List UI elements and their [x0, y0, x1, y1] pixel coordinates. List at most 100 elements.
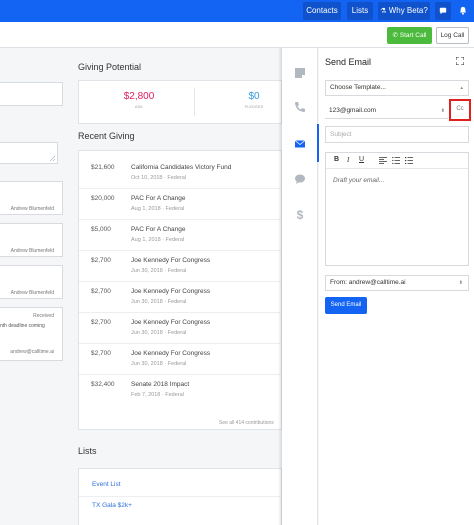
gift-amount: $2,700	[91, 350, 111, 357]
gift-row[interactable]: $2,700 Joe Kennedy For Congress Jun 30, …	[79, 344, 283, 375]
caret-updown-icon: ⬍	[440, 108, 445, 114]
activity-box: Received nth deadline coming andrew@call…	[0, 307, 63, 361]
email-icon[interactable]	[293, 138, 307, 152]
gift-recipient: Joe Kennedy For Congress	[131, 319, 211, 326]
gift-date: Jun 30, 2018 · Federal	[131, 361, 187, 367]
gift-recipient: Joe Kennedy For Congress	[131, 288, 211, 295]
giving-potential-title: Giving Potential	[78, 62, 142, 72]
chat-icon	[439, 7, 447, 15]
task-box-1: Andrew Blumenfeld	[0, 181, 63, 215]
user-email: andrew@calltime.ai	[10, 349, 54, 355]
caret-updown-icon: ⬍	[458, 280, 463, 286]
log-call-button[interactable]: Log Call	[436, 27, 469, 44]
bell-icon	[459, 6, 467, 15]
contact-info-box	[0, 82, 63, 106]
note-icon[interactable]	[293, 67, 307, 81]
list-item-event-list[interactable]: Event List	[92, 481, 121, 488]
notes-textarea[interactable]	[0, 142, 58, 164]
task-box-2: Andrew Blumenfeld	[0, 223, 63, 257]
top-nav-bar: Contacts Lists ⚗ Why Beta?	[0, 0, 474, 22]
gift-date: Feb 7, 2018 · Federal	[131, 392, 184, 398]
pledged-label: PLEDGED	[244, 105, 264, 109]
gift-date: Aug 1, 2018 · Federal	[131, 237, 185, 243]
gift-amount: $5,000	[91, 226, 111, 233]
gift-amount: $20,000	[91, 195, 115, 202]
expand-icon[interactable]	[456, 57, 464, 65]
phone-icon[interactable]	[293, 101, 307, 115]
gift-recipient: Joe Kennedy For Congress	[131, 350, 211, 357]
from-value: From: andrew@calltime.ai	[330, 279, 406, 286]
caret-updown-icon: ▴	[460, 85, 463, 91]
email-body-editor[interactable]: B I U Draft your email...	[325, 152, 469, 266]
gift-date: Oct 10, 2018 · Federal	[131, 175, 187, 181]
gift-row[interactable]: $20,000 PAC For A Change Aug 1, 2018 · F…	[79, 189, 283, 220]
underline-button[interactable]: U	[359, 156, 364, 163]
task-box-3: Andrew Blumenfeld	[0, 265, 63, 299]
gift-date: Jun 30, 2018 · Federal	[131, 299, 187, 305]
gift-amount: $2,700	[91, 257, 111, 264]
unordered-list-icon[interactable]	[405, 157, 413, 164]
divider	[194, 88, 195, 116]
ordered-list-icon[interactable]	[392, 157, 400, 164]
gift-amount: $32,400	[91, 381, 115, 388]
phone-icon: ✆	[392, 32, 398, 39]
assignee-name: Andrew Blumenfeld	[10, 290, 54, 296]
start-call-button[interactable]: ✆ Start Call	[387, 27, 432, 44]
nav-lists-button[interactable]: Lists	[347, 2, 373, 20]
why-beta-button[interactable]: ⚗ Why Beta?	[378, 2, 430, 20]
to-email-select[interactable]: 123@gmail.com ⬍	[325, 103, 448, 119]
italic-button[interactable]: I	[347, 156, 349, 164]
start-call-label: Start Call	[399, 32, 427, 39]
gift-date: Aug 1, 2018 · Federal	[131, 206, 185, 212]
gift-recipient: PAC For A Change	[131, 195, 186, 202]
bold-button[interactable]: B	[334, 156, 339, 163]
template-select-value: Choose Template...	[330, 84, 386, 91]
assignee-name: Andrew Blumenfeld	[10, 206, 54, 212]
list-item-tx-gala[interactable]: TX Gala $2k+	[92, 502, 132, 509]
pledged-value: $0	[248, 91, 260, 102]
main-content: Giving Potential $2,800 ASK $0 PLEDGED R…	[68, 48, 283, 525]
assignee-name: Andrew Blumenfeld	[10, 248, 54, 254]
gift-row[interactable]: $21,600 California Candidates Victory Fu…	[79, 158, 283, 189]
gift-row[interactable]: $2,700 Joe Kennedy For Congress Jun 30, …	[79, 282, 283, 313]
received-label: Received	[33, 313, 54, 319]
cc-button[interactable]: Cc	[449, 99, 471, 121]
dollar-icon[interactable]: $	[293, 208, 307, 222]
recent-giving-card: $21,600 California Candidates Victory Fu…	[78, 150, 283, 430]
gift-row[interactable]: $32,400 Senate 2018 Impact Feb 7, 2018 ·…	[79, 375, 283, 406]
notifications-button[interactable]	[455, 2, 471, 20]
subject-input[interactable]: Subject	[325, 126, 469, 143]
nav-contacts-label: Contacts	[306, 6, 338, 15]
divider	[79, 496, 283, 497]
gift-row[interactable]: $2,700 Joe Kennedy For Congress Jun 30, …	[79, 313, 283, 344]
send-email-title: Send Email	[325, 57, 372, 67]
send-email-button[interactable]: Send Email	[325, 297, 367, 314]
giving-potential-card: $2,800 ASK $0 PLEDGED	[78, 80, 282, 124]
chat-icon[interactable]	[293, 173, 307, 187]
editor-toolbar: B I U	[326, 153, 468, 169]
gift-row[interactable]: $5,000 PAC For A Change Aug 1, 2018 · Fe…	[79, 220, 283, 251]
gift-amount: $2,700	[91, 319, 111, 326]
see-all-contributions-link[interactable]: See all 414 contributions	[219, 420, 274, 426]
drawer-icon-rail: $	[282, 48, 318, 525]
gift-row[interactable]: $2,700 Joe Kennedy For Congress Jun 30, …	[79, 251, 283, 282]
align-left-icon[interactable]	[379, 157, 387, 164]
chat-nav-button[interactable]	[435, 2, 451, 20]
resize-handle-icon	[50, 156, 55, 161]
nav-lists-label: Lists	[351, 6, 369, 15]
recent-giving-title: Recent Giving	[78, 131, 135, 141]
ask-value: $2,800	[123, 91, 155, 102]
why-beta-label: Why Beta?	[388, 6, 428, 15]
from-select[interactable]: From: andrew@calltime.ai ⬍	[325, 275, 469, 291]
send-email-panel: Send Email Choose Template... ▴ 123@gmai…	[319, 48, 474, 525]
gift-date: Jun 30, 2018 · Federal	[131, 268, 187, 274]
nav-contacts-button[interactable]: Contacts	[303, 2, 341, 20]
draft-placeholder: Draft your email...	[333, 177, 385, 184]
cc-label: Cc	[456, 106, 464, 112]
lists-title: Lists	[78, 446, 97, 456]
deadline-text: nth deadline coming	[0, 323, 45, 329]
subject-placeholder: Subject	[330, 131, 352, 138]
template-select[interactable]: Choose Template... ▴	[325, 80, 469, 96]
gift-recipient: Senate 2018 Impact	[131, 381, 190, 388]
gift-amount: $21,600	[91, 164, 115, 171]
